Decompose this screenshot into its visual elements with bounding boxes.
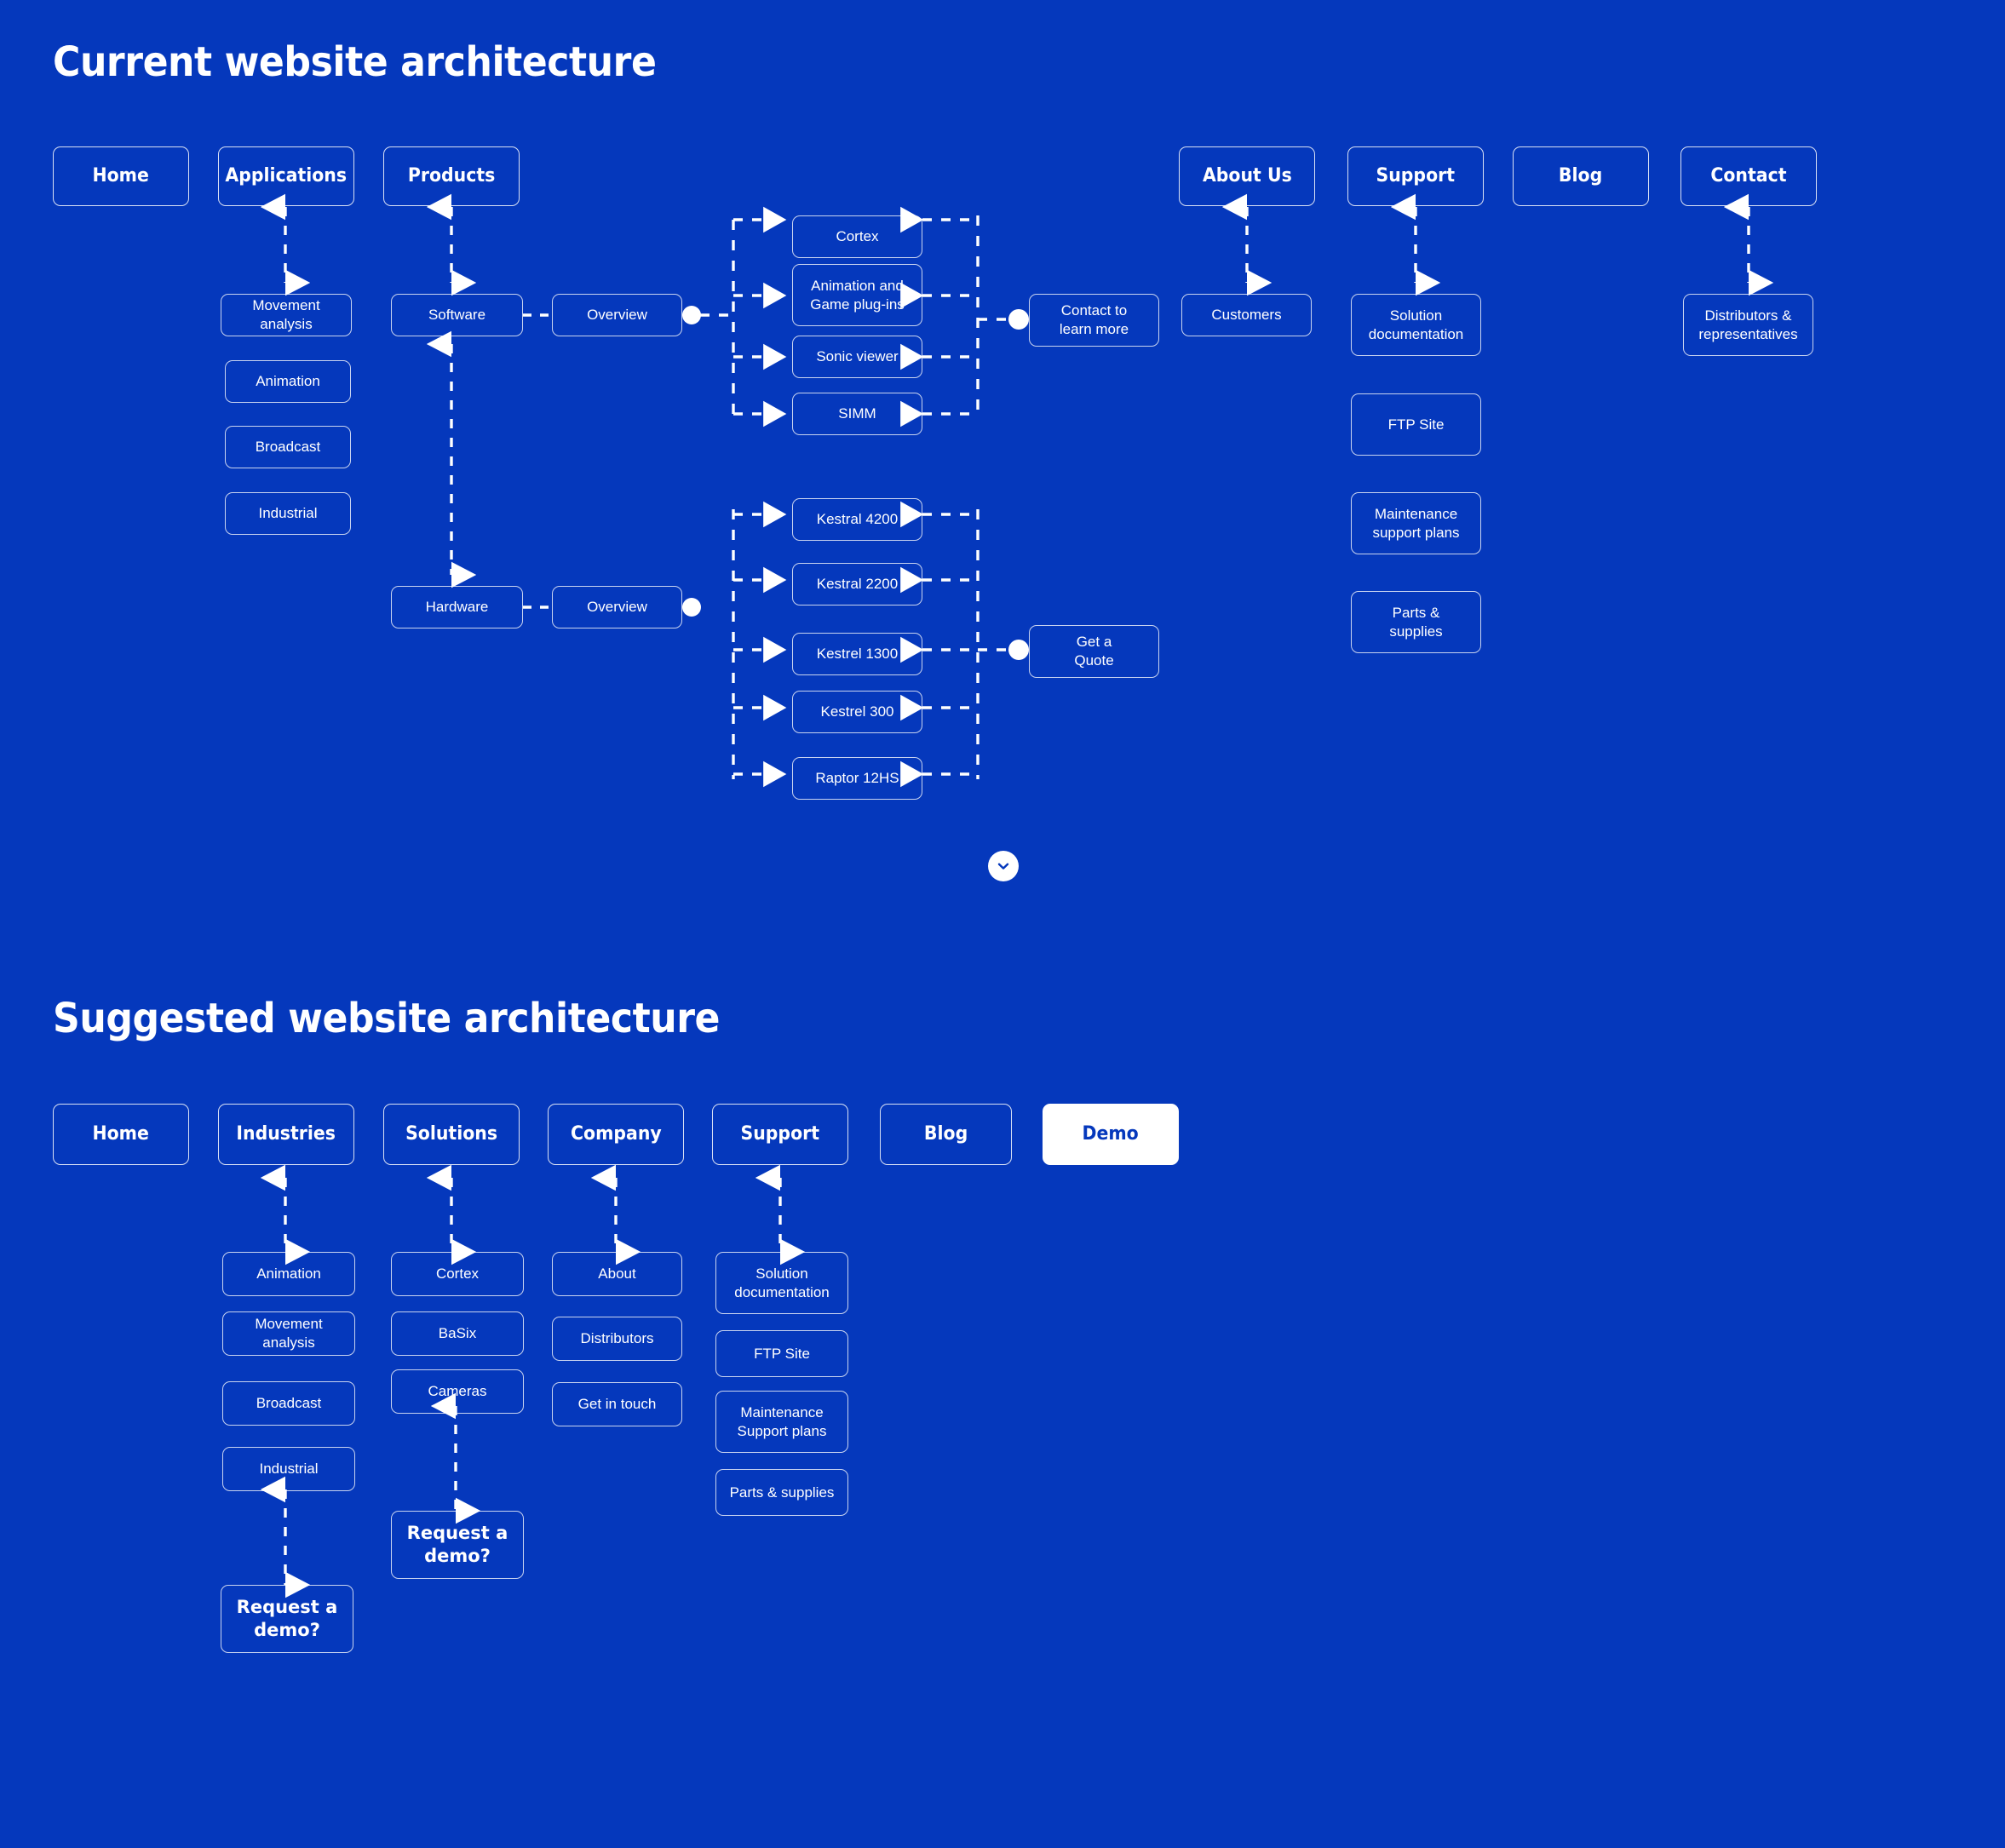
sub2-node-about[interactable]: About: [552, 1252, 682, 1296]
nav2-item-demo[interactable]: Demo: [1043, 1104, 1179, 1165]
branch-node-software[interactable]: Software: [391, 294, 523, 336]
sub2-node-maintenance-support-plans[interactable]: Maintenance Support plans: [715, 1391, 848, 1453]
sub-node-parts-supplies[interactable]: Parts & supplies: [1351, 591, 1481, 653]
product-node-simm[interactable]: SIMM: [792, 393, 922, 435]
sub2-node-get-in-touch[interactable]: Get in touch: [552, 1382, 682, 1426]
nav-item-about-us[interactable]: About Us: [1179, 146, 1315, 206]
sub2-node-parts-supplies[interactable]: Parts & supplies: [715, 1469, 848, 1516]
sub-node-ftp-site[interactable]: FTP Site: [1351, 393, 1481, 456]
sub2-node-basix[interactable]: BaSix: [391, 1311, 524, 1356]
nav-item-label: Home: [92, 1122, 150, 1145]
sub2-node-solution-documentation[interactable]: Solution documentation: [715, 1252, 848, 1314]
overview-node-software[interactable]: Overview: [552, 294, 682, 336]
sub2-node-movement-analysis[interactable]: Movement analysis: [222, 1311, 355, 1356]
sub2-node-distributors[interactable]: Distributors: [552, 1317, 682, 1361]
nav-item-label: Company: [570, 1122, 662, 1145]
section-title-suggested: Suggested website architecture: [53, 995, 721, 1042]
nav2-item-home[interactable]: Home: [53, 1104, 189, 1165]
nav-item-support[interactable]: Support: [1347, 146, 1484, 206]
scroll-down-button[interactable]: [988, 851, 1019, 881]
connector-layer: [260, 193, 1774, 1598]
nav-item-label: Products: [407, 164, 496, 187]
nav-item-label: Contact: [1710, 164, 1787, 187]
product-node-cortex[interactable]: Cortex: [792, 215, 922, 258]
nav2-item-blog[interactable]: Blog: [880, 1104, 1012, 1165]
overview-node-hardware[interactable]: Overview: [552, 586, 682, 628]
sub-node-maintenance-support-plans[interactable]: Maintenance support plans: [1351, 492, 1481, 554]
architecture-diagram-canvas: Current website architecture Home Applic…: [0, 0, 2005, 1848]
sub-node-movement-analysis[interactable]: Movement analysis: [221, 294, 352, 336]
endpoint-node-get-a-quote[interactable]: Get a Quote: [1029, 625, 1159, 678]
nav2-item-industries[interactable]: Industries: [218, 1104, 354, 1165]
nav-item-label: Blog: [1559, 164, 1603, 187]
chevron-down-icon: [997, 863, 1009, 869]
nav2-item-solutions[interactable]: Solutions: [383, 1104, 520, 1165]
sub-node-solution-documentation[interactable]: Solution documentation: [1351, 294, 1481, 356]
nav2-item-company[interactable]: Company: [548, 1104, 684, 1165]
endpoint-node-contact-to-learn-more[interactable]: Contact to learn more: [1029, 294, 1159, 347]
product-node-animation-game-plugins[interactable]: Animation and Game plug-ins: [792, 264, 922, 326]
product-node-kestrel-1300[interactable]: Kestrel 1300: [792, 633, 922, 675]
sub2-node-ftp-site[interactable]: FTP Site: [715, 1330, 848, 1377]
cta-node-request-a-demo-solutions[interactable]: Request a demo?: [391, 1511, 524, 1579]
cta-node-request-a-demo-industries[interactable]: Request a demo?: [221, 1585, 353, 1653]
nav-item-label: Industries: [236, 1122, 336, 1145]
sub2-node-cameras[interactable]: Cameras: [391, 1369, 524, 1414]
nav-item-home[interactable]: Home: [53, 146, 189, 206]
sub2-node-cortex[interactable]: Cortex: [391, 1252, 524, 1296]
nav-item-products[interactable]: Products: [383, 146, 520, 206]
sub-node-animation[interactable]: Animation: [225, 360, 351, 403]
nav-item-label: Home: [92, 164, 150, 187]
product-node-sonic-viewer[interactable]: Sonic viewer: [792, 336, 922, 378]
section-title-current: Current website architecture: [53, 38, 657, 86]
product-node-kestrel-300[interactable]: Kestrel 300: [792, 691, 922, 733]
nav-item-label: Blog: [923, 1122, 968, 1145]
nav-item-label: Demo: [1082, 1122, 1140, 1145]
nav-item-blog[interactable]: Blog: [1513, 146, 1649, 206]
sub2-node-industrial[interactable]: Industrial: [222, 1447, 355, 1491]
nav2-item-support[interactable]: Support: [712, 1104, 848, 1165]
sub2-node-broadcast[interactable]: Broadcast: [222, 1381, 355, 1426]
nav-item-contact[interactable]: Contact: [1680, 146, 1817, 206]
sub2-node-animation[interactable]: Animation: [222, 1252, 355, 1296]
product-node-kestral-4200[interactable]: Kestral 4200: [792, 498, 922, 541]
sub-node-customers[interactable]: Customers: [1181, 294, 1312, 336]
nav-item-label: About Us: [1202, 164, 1292, 187]
nav-item-applications[interactable]: Applications: [218, 146, 354, 206]
product-node-raptor-12hs[interactable]: Raptor 12HS: [792, 757, 922, 800]
nav-item-label: Solutions: [405, 1122, 497, 1145]
nav-item-label: Support: [740, 1122, 820, 1145]
branch-node-hardware[interactable]: Hardware: [391, 586, 523, 628]
sub-node-broadcast[interactable]: Broadcast: [225, 426, 351, 468]
nav-item-label: Applications: [225, 164, 348, 187]
product-node-kestral-2200[interactable]: Kestral 2200: [792, 563, 922, 605]
nav-item-label: Support: [1376, 164, 1456, 187]
sub-node-distributors-representatives[interactable]: Distributors & representatives: [1683, 294, 1813, 356]
sub-node-industrial[interactable]: Industrial: [225, 492, 351, 535]
